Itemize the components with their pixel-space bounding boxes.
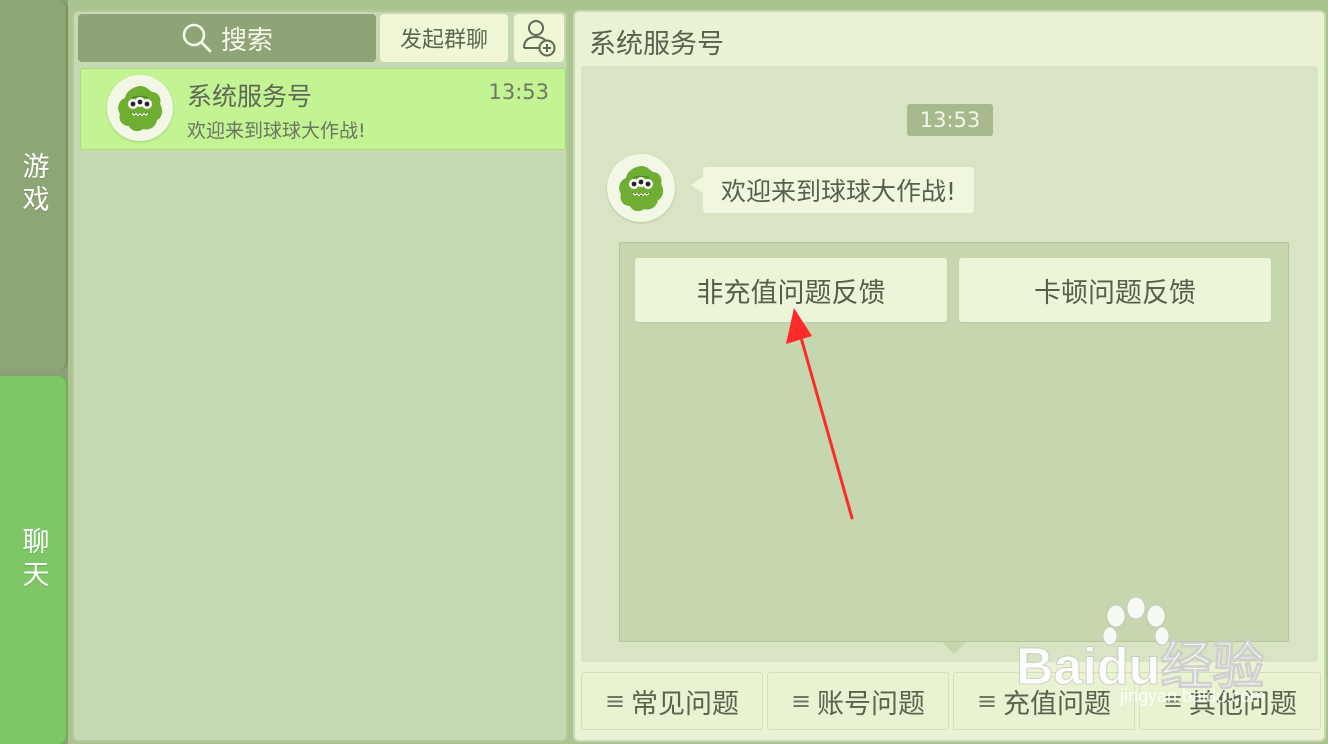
chat-title: 系统服务号 <box>589 29 724 60</box>
non-recharge-feedback-button[interactable]: 非充值问题反馈 <box>635 258 947 322</box>
tab-chat-label: 聊天 <box>17 527 49 593</box>
recharge-issue-button[interactable]: ≡ 充值问题 <box>953 672 1135 730</box>
conversation-time: 13:53 <box>488 80 549 104</box>
recharge-issue-label: 充值问题 <box>1003 688 1112 720</box>
group-chat-button[interactable]: 发起群聊 <box>380 14 508 62</box>
menu-lines-icon: ≡ <box>976 687 998 715</box>
conversation-item[interactable]: 系统服务号 欢迎来到球球大作战! 13:53 <box>80 68 566 150</box>
message-text: 欢迎来到球球大作战! <box>721 177 957 206</box>
menu-lines-icon: ≡ <box>1162 687 1184 715</box>
other-issue-label: 其他问题 <box>1189 688 1298 720</box>
add-user-icon <box>523 20 556 57</box>
faq-label: 常见问题 <box>631 688 740 720</box>
menu-lines-icon: ≡ <box>604 687 626 715</box>
search-button[interactable]: 搜索 <box>78 14 376 62</box>
other-issue-button[interactable]: ≡ 其他问题 <box>1139 672 1321 730</box>
account-issue-button[interactable]: ≡ 账号问题 <box>767 672 949 730</box>
message-timestamp: 13:53 <box>907 104 993 136</box>
add-user-button[interactable] <box>514 14 564 62</box>
monster-avatar-icon <box>118 86 163 132</box>
chat-panel: 系统服务号 13:53 欢迎来到球球大作战! 非充值问题反馈 卡顿问题反馈 ≡ … <box>573 10 1326 742</box>
message-bubble: 欢迎来到球球大作战! <box>690 167 975 213</box>
lag-feedback-button[interactable]: 卡顿问题反馈 <box>959 258 1271 322</box>
bottom-menu-bar: ≡ 常见问题 ≡ 账号问题 ≡ 充值问题 ≡ 其他问题 <box>581 672 1322 736</box>
quick-reply-menu: 非充值问题反馈 卡顿问题反馈 <box>619 242 1289 654</box>
conversation-name: 系统服务号 <box>187 82 313 111</box>
search-icon <box>182 23 212 53</box>
tab-game-label: 游戏 <box>17 152 49 218</box>
tab-chat[interactable]: 聊天 <box>0 376 68 744</box>
sidebar-rail: 游戏 聊天 <box>0 0 68 744</box>
group-chat-label: 发起群聊 <box>399 28 488 53</box>
account-issue-label: 账号问题 <box>817 688 926 720</box>
monster-avatar-icon <box>619 166 664 212</box>
menu-lines-icon: ≡ <box>790 687 812 715</box>
conversation-preview: 欢迎来到球球大作战! <box>187 120 366 142</box>
faq-button[interactable]: ≡ 常见问题 <box>581 672 763 730</box>
message-area: 13:53 欢迎来到球球大作战! 非充值问题反馈 卡顿问题反馈 <box>581 66 1318 662</box>
sender-avatar <box>607 154 675 222</box>
conversation-list-panel: 搜索 发起群聊 系统服务号 欢迎来到球球大作战! 13:53 <box>72 10 568 742</box>
tab-game[interactable]: 游戏 <box>0 0 68 370</box>
search-label: 搜索 <box>220 25 273 56</box>
avatar <box>107 75 173 141</box>
